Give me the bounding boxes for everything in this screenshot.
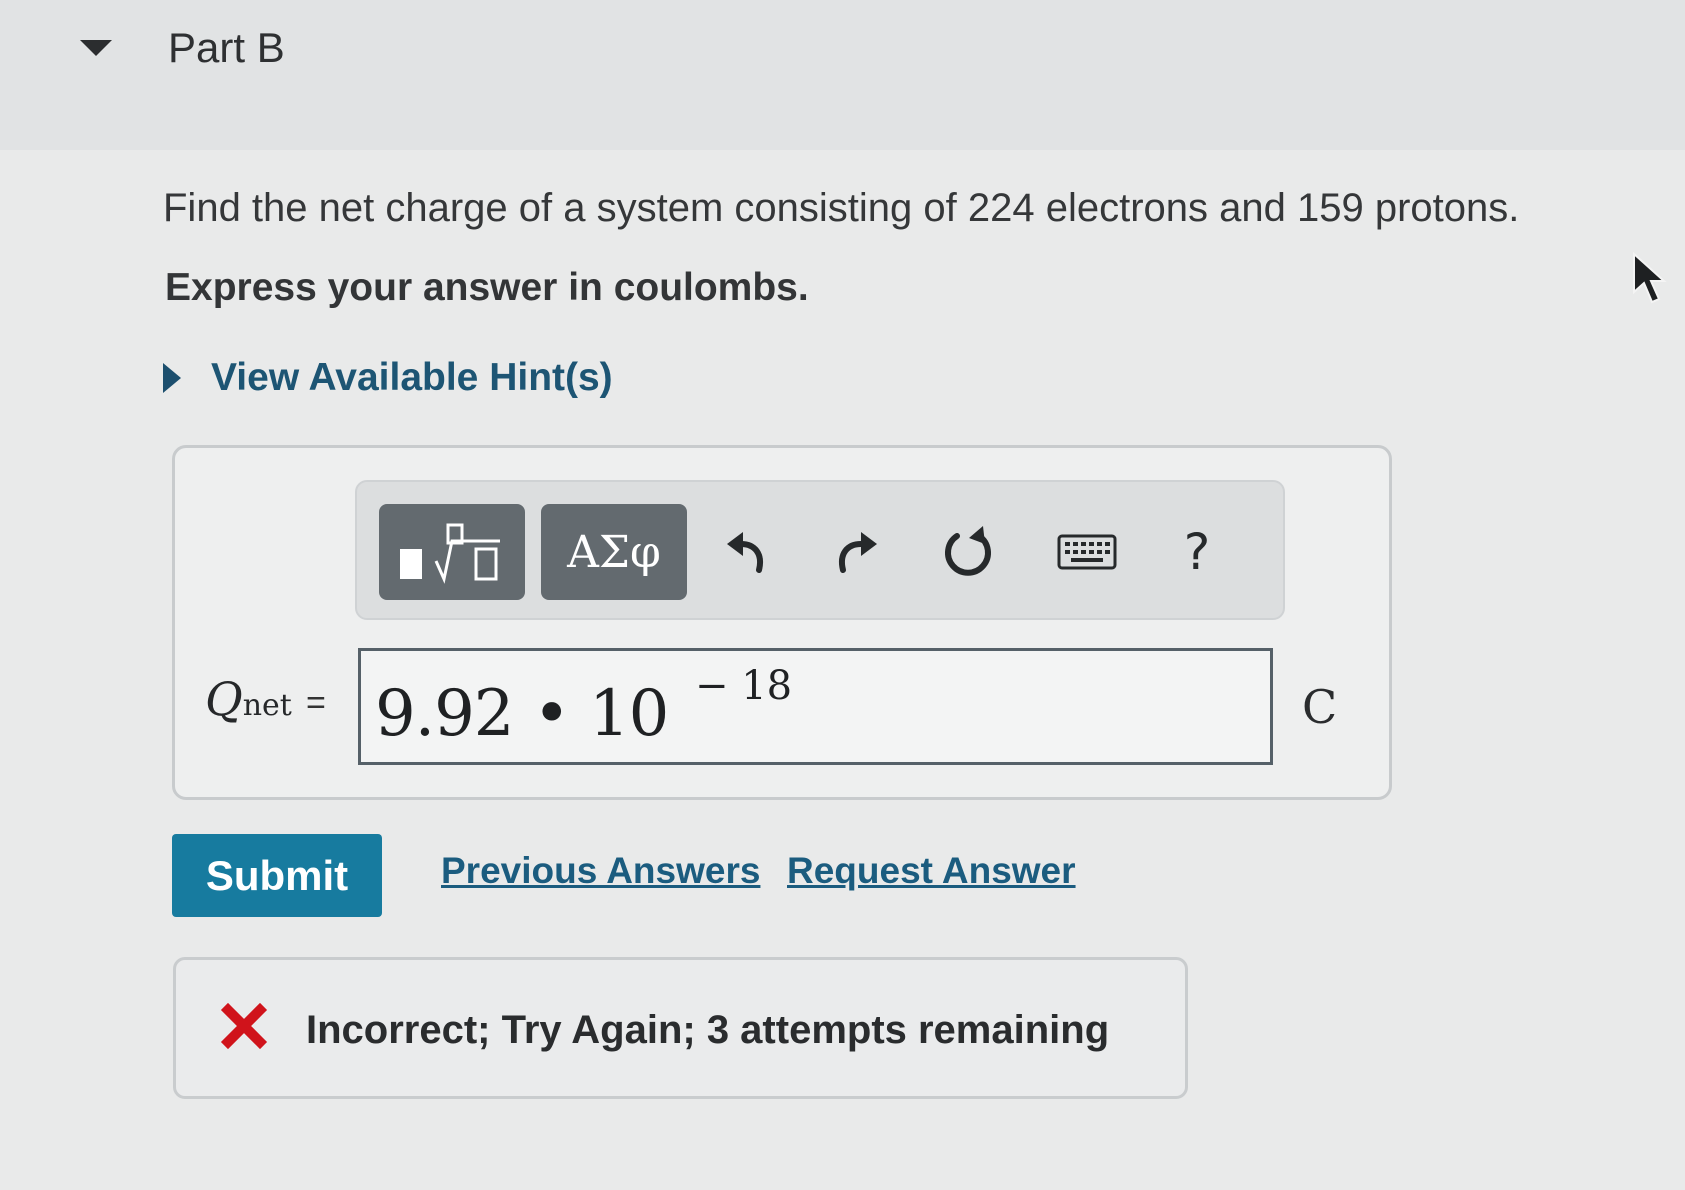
mouse-pointer-icon <box>1633 252 1667 304</box>
redo-icon[interactable] <box>817 512 897 592</box>
reset-icon[interactable] <box>927 512 1007 592</box>
submit-button[interactable]: Submit <box>172 834 382 917</box>
answer-input[interactable]: 9.92 • 10 − 18 <box>358 648 1273 765</box>
request-answer-link[interactable]: Request Answer <box>787 850 1076 892</box>
part-header <box>0 0 1685 150</box>
templates-button[interactable] <box>379 504 525 600</box>
question-text: Find the net charge of a system consisti… <box>163 186 1520 230</box>
greek-symbols-button[interactable]: ΑΣφ <box>541 504 687 600</box>
expand-caret-icon <box>163 363 181 393</box>
variable-subscript: net <box>242 688 292 723</box>
equals-sign: = <box>306 684 326 722</box>
keyboard-icon[interactable] <box>1047 512 1127 592</box>
variable-symbol: Q <box>205 672 243 726</box>
view-hints-label: View Available Hint(s) <box>211 356 613 399</box>
fraction-root-template-icon <box>400 523 500 584</box>
collapse-caret-icon[interactable] <box>80 40 112 56</box>
answer-exponent: − 18 <box>695 663 793 709</box>
help-icon[interactable]: ? <box>1157 512 1237 592</box>
feedback-message: Incorrect; Try Again; 3 attempts remaini… <box>306 1008 1110 1052</box>
undo-icon[interactable] <box>707 512 787 592</box>
unit-label: C <box>1302 680 1338 734</box>
part-title: Part B <box>168 24 285 71</box>
variable-label: Qnet <box>205 672 292 726</box>
previous-answers-link[interactable]: Previous Answers <box>441 850 760 892</box>
instruction-text: Express your answer in coulombs. <box>165 266 809 309</box>
answer-value: 9.92 • 10 <box>375 677 669 751</box>
math-toolbar: ΑΣφ ? <box>355 480 1285 620</box>
incorrect-x-icon <box>216 998 272 1054</box>
feedback-box: Incorrect; Try Again; 3 attempts remaini… <box>173 957 1188 1099</box>
view-hints-toggle[interactable]: View Available Hint(s) <box>163 356 613 400</box>
